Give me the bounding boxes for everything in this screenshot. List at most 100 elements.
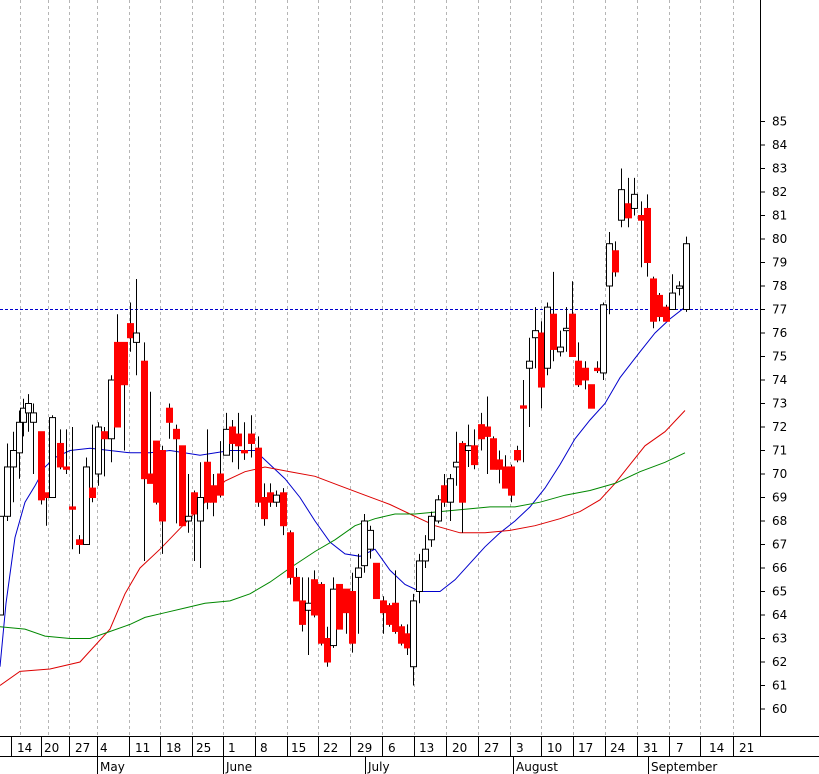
y-tick-label: 83: [772, 162, 787, 176]
candle: [361, 513, 368, 573]
candle-body: [410, 600, 417, 668]
candle: [153, 440, 160, 505]
candle-body: [76, 539, 83, 545]
candle-body: [669, 292, 676, 310]
candle: [663, 304, 670, 322]
x-tick-label: 21: [739, 741, 754, 755]
y-tick-label: 67: [772, 538, 787, 552]
candle-body: [25, 403, 32, 414]
candle: [318, 582, 325, 646]
candle-body: [459, 442, 466, 503]
candle-body: [557, 346, 564, 353]
candle-body: [273, 494, 280, 503]
candle-body: [311, 579, 318, 616]
candle-body: [147, 473, 154, 484]
candle-body: [179, 445, 186, 527]
x-tick-label: 20: [44, 741, 59, 755]
y-tick-label: 69: [772, 491, 787, 505]
x-tick-label: 27: [484, 741, 499, 755]
candle-body: [4, 466, 11, 517]
y-tick-label: 70: [772, 467, 787, 481]
y-tick-label: 79: [772, 256, 787, 270]
month-label: August: [516, 760, 558, 774]
candle-body: [532, 330, 539, 339]
candle-body: [255, 447, 262, 503]
candle: [650, 276, 657, 329]
candle-body: [127, 323, 134, 339]
y-tick-label: 64: [772, 608, 787, 622]
candle-body: [594, 367, 601, 372]
candle-body: [57, 442, 64, 468]
candle-body: [447, 478, 454, 503]
y-tick-label: 81: [772, 209, 787, 223]
candle-body: [422, 548, 429, 562]
candle-body: [373, 562, 380, 600]
x-tick-label: 3: [516, 741, 524, 755]
candle-body: [305, 602, 312, 611]
candle-body: [293, 576, 300, 602]
candle-body: [588, 384, 595, 409]
candle: [398, 624, 405, 646]
y-tick-label: 85: [772, 115, 787, 129]
candle-body: [606, 243, 613, 287]
y-axis: 60 61 62 63 64 65 66 67 68 69 70 71 72 73 74 75 76 77 78 79…: [760, 0, 787, 736]
x-tick-label: 25: [196, 741, 211, 755]
candle-body: [241, 450, 248, 454]
candle: [656, 293, 663, 322]
candle-body: [114, 341, 121, 428]
candle-body: [575, 360, 582, 386]
candle-body: [441, 485, 448, 503]
candle-body: [386, 605, 393, 625]
candle-body: [101, 431, 108, 440]
y-tick-label: 74: [772, 373, 787, 387]
y-tick-label: 78: [772, 279, 787, 293]
x-tick-label: 27: [75, 741, 90, 755]
candle-body: [173, 428, 180, 440]
candle-body: [133, 332, 140, 343]
candle-body: [261, 497, 268, 520]
x-tick-label: 7: [676, 741, 684, 755]
candle-body: [502, 466, 509, 489]
y-tick-label: 65: [772, 585, 787, 599]
x-tick-label: 15: [291, 741, 306, 755]
candle-body: [235, 433, 242, 447]
candle-body: [185, 515, 192, 522]
candle-body: [650, 278, 657, 322]
candle-body: [563, 327, 570, 332]
y-tick-label: 62: [772, 655, 787, 669]
candle: [683, 236, 690, 312]
candle-body: [496, 459, 503, 470]
candle-body: [10, 450, 17, 468]
candle-body: [108, 379, 115, 440]
candle: [600, 302, 607, 380]
y-tick-label: 77: [772, 303, 787, 317]
candle-body: [612, 250, 619, 273]
candle-body: [38, 431, 45, 501]
candle-body: [49, 417, 56, 499]
candle-body: [43, 492, 50, 498]
month-label: July: [367, 760, 390, 774]
candle-body: [299, 600, 306, 625]
candle-body: [618, 189, 625, 221]
candle-body: [392, 602, 399, 632]
candle-body: [514, 450, 521, 461]
candle: [83, 457, 90, 546]
x-tick-label: 10: [547, 741, 562, 755]
candle: [386, 603, 393, 627]
y-tick-label: 73: [772, 397, 787, 411]
candle-body: [453, 461, 460, 468]
x-tick-label: 4: [100, 741, 108, 755]
y-tick-label: 75: [772, 350, 787, 364]
y-tick-label: 61: [772, 679, 787, 693]
candle-body: [153, 440, 160, 503]
candle-body: [16, 421, 23, 454]
candle-body: [465, 445, 472, 451]
candle-body: [141, 360, 148, 480]
x-tick-label: 17: [578, 741, 593, 755]
y-tick-label: 60: [772, 702, 787, 716]
candle-body: [166, 407, 173, 423]
candle-body: [343, 588, 350, 614]
y-tick-label: 72: [772, 420, 787, 434]
x-tick-label: 22: [323, 741, 338, 755]
candle: [336, 583, 343, 630]
